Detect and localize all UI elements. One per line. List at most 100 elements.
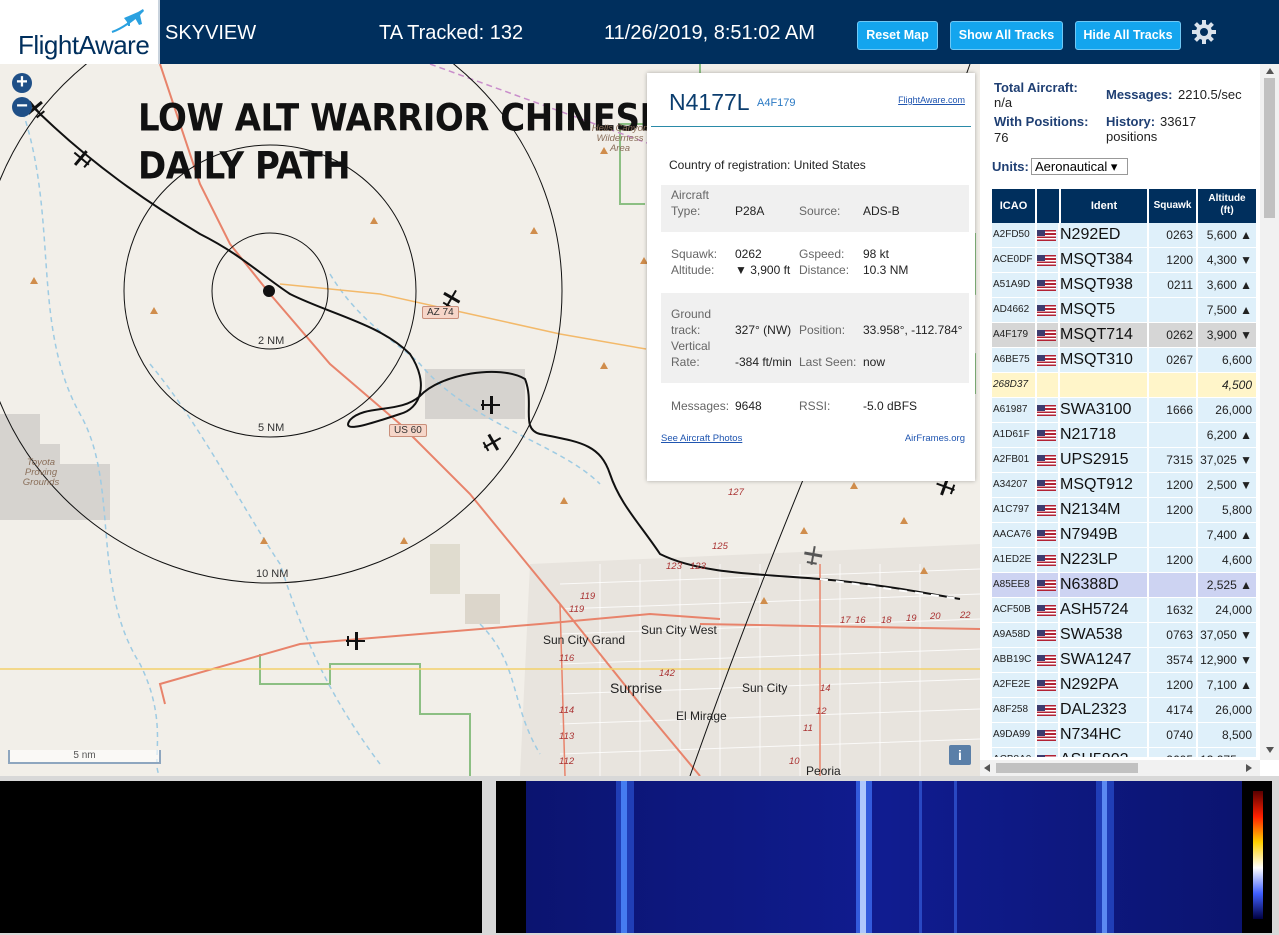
ident-cell: MSQT912: [1060, 476, 1133, 493]
route-number: 142: [659, 668, 675, 679]
table-row[interactable]: A34207 MSQT912 1200 2,500 ▼: [992, 473, 1256, 498]
gear-icon[interactable]: [1190, 18, 1218, 46]
table-row[interactable]: A85EE8 N6388D 2,525 ▲: [992, 573, 1256, 598]
route-number: 19: [906, 613, 917, 624]
us-flag-icon: [1037, 730, 1056, 741]
airframes-link[interactable]: AirFrames.org: [905, 433, 965, 444]
table-row[interactable]: A2FD50 N292ED 0263 5,600 ▲: [992, 223, 1256, 248]
scroll-right-arrow-icon[interactable]: [1246, 764, 1252, 772]
horizontal-scroll-thumb[interactable]: [996, 763, 1138, 773]
scroll-left-arrow-icon[interactable]: [984, 764, 990, 772]
table-row[interactable]: A9A58D SWA538 0763 37,050 ▼: [992, 623, 1256, 648]
column-divider: [1147, 223, 1149, 247]
aircraft-icon[interactable]: [71, 148, 93, 170]
col-flag[interactable]: [1037, 189, 1059, 223]
column-divider: [1147, 598, 1149, 622]
col-ident[interactable]: Ident: [1061, 189, 1147, 223]
proving-grounds-label: Toyota Proving Grounds: [22, 457, 60, 488]
route-number: 113: [559, 731, 575, 742]
show-all-tracks-button[interactable]: Show All Tracks: [950, 21, 1063, 50]
scroll-up-arrow-icon[interactable]: [1266, 68, 1274, 74]
column-divider: [1196, 223, 1198, 247]
column-divider: [1058, 498, 1060, 522]
column-divider: [1196, 323, 1198, 347]
header-bar: FlightAware SKYVIEW TA Tracked: 132 11/2…: [0, 0, 1279, 64]
column-divider: [1035, 648, 1037, 672]
hide-all-tracks-button[interactable]: Hide All Tracks: [1075, 21, 1181, 50]
table-row[interactable]: AD4662 MSQT5 7,500 ▲: [992, 298, 1256, 323]
aircraft-icon[interactable]: [344, 630, 366, 652]
table-row[interactable]: AACA76 N7949B 7,400 ▲: [992, 523, 1256, 548]
icao-cell: ACB8A0: [992, 748, 1035, 757]
table-row[interactable]: A1ED2E N223LP 1200 4,600: [992, 548, 1256, 573]
map-info-button[interactable]: i: [949, 745, 971, 765]
squawk-cell: 0763: [1166, 628, 1193, 642]
total-aircraft-label: Total Aircraft:: [994, 80, 1078, 95]
table-row[interactable]: ACB8A0 ASH5802260513,275 ▲: [992, 748, 1256, 757]
zoom-in-button[interactable]: +: [12, 72, 32, 93]
us-flag-icon: [1037, 705, 1056, 716]
scroll-down-arrow-icon[interactable]: [1266, 747, 1274, 753]
vertical-scroll-thumb[interactable]: [1264, 78, 1275, 218]
table-row[interactable]: A6BE75 MSQT310 0267 6,600: [992, 348, 1256, 373]
table-row[interactable]: A2FE2E N292PA 1200 7,100 ▲: [992, 673, 1256, 698]
col-icao[interactable]: ICAO: [992, 189, 1035, 223]
column-divider: [1196, 698, 1198, 722]
squawk-cell: 1666: [1166, 403, 1193, 417]
table-row[interactable]: A9DA99 N734HC 0740 8,500: [992, 723, 1256, 748]
skyview-app: FlightAware SKYVIEW TA Tracked: 132 11/2…: [0, 0, 1279, 935]
aircraft-icon[interactable]: [479, 394, 501, 416]
aircraft-photos-link[interactable]: See Aircraft Photos: [661, 433, 742, 444]
table-row[interactable]: A61987 SWA3100 1666 26,000: [992, 398, 1256, 423]
reset-map-button[interactable]: Reset Map: [857, 21, 938, 50]
column-divider: [1035, 323, 1037, 347]
table-row[interactable]: A1D61F N21718 6,200 ▲: [992, 423, 1256, 448]
vertical-rate-value: -384 ft/min: [735, 355, 792, 369]
ident-cell: MSQT938: [1060, 276, 1133, 293]
annotation-line2: DAILY PATH: [138, 144, 351, 189]
flag-cell: [1035, 423, 1057, 447]
flag-cell: [1035, 748, 1057, 757]
table-row[interactable]: 268D37 4,500: [992, 373, 1256, 398]
us-flag-icon: [1037, 605, 1056, 616]
table-row[interactable]: A2FB01 UPS2915 7315 37,025 ▼: [992, 448, 1256, 473]
messages-rate-label: Messages:: [1106, 87, 1173, 102]
zoom-out-button[interactable]: −: [12, 96, 32, 117]
squawk-cell: 1632: [1166, 603, 1193, 617]
ident-cell: N734HC: [1060, 726, 1122, 743]
column-divider: [1147, 523, 1149, 547]
table-row[interactable]: ACE0DF MSQT384 1200 4,300 ▼: [992, 248, 1256, 273]
altitude-cell: 2,500 ▼: [1206, 478, 1252, 492]
column-divider: [1058, 273, 1060, 297]
rssi-label: RSSI:: [799, 399, 831, 413]
column-divider: [1035, 748, 1037, 757]
route-number: 20: [930, 611, 941, 622]
us-flag-icon: [1037, 355, 1056, 366]
icao-cell: AACA76: [993, 529, 1032, 540]
col-squawk[interactable]: Squawk: [1149, 189, 1196, 223]
flightaware-logo[interactable]: FlightAware: [0, 0, 160, 64]
us-flag-icon: [1037, 430, 1056, 441]
sidebar-horizontal-scrollbar[interactable]: [980, 760, 1260, 776]
col-altitude[interactable]: Altitude (ft): [1198, 189, 1256, 223]
sidebar-vertical-scrollbar[interactable]: [1260, 64, 1279, 760]
column-divider: [1035, 548, 1037, 572]
flightaware-link[interactable]: FlightAware.com: [898, 95, 965, 105]
altitude-cell: 37,050 ▼: [1200, 628, 1252, 642]
squawk-cell: 0267: [1166, 353, 1193, 367]
column-divider: [1058, 423, 1060, 447]
range-label-5nm: 5 NM: [258, 422, 285, 434]
ident-cell: SWA1247: [1060, 651, 1132, 668]
table-row[interactable]: ABB19C SWA1247 3574 12,900 ▼: [992, 648, 1256, 673]
table-row[interactable]: A1C797 N2134M 1200 5,800: [992, 498, 1256, 523]
flag-cell: [1035, 298, 1057, 322]
table-row[interactable]: A4F179 MSQT714 0262 3,900 ▼: [992, 323, 1256, 348]
table-row[interactable]: A8F258 DAL2323 4174 26,000: [992, 698, 1256, 723]
map-annotation: LOW ALT WARRIOR CHINESE DAILY PATH: [138, 94, 663, 191]
table-row[interactable]: A51A9D MSQT938 0211 3,600 ▲: [992, 273, 1256, 298]
aircraft-icon[interactable]: [802, 545, 824, 567]
aircraft-icon[interactable]: [481, 432, 503, 454]
table-row[interactable]: ACF50B ASH5724 1632 24,000: [992, 598, 1256, 623]
squawk-label: Squawk:: [671, 247, 718, 261]
units-select[interactable]: Aeronautical ▾: [1031, 158, 1128, 175]
